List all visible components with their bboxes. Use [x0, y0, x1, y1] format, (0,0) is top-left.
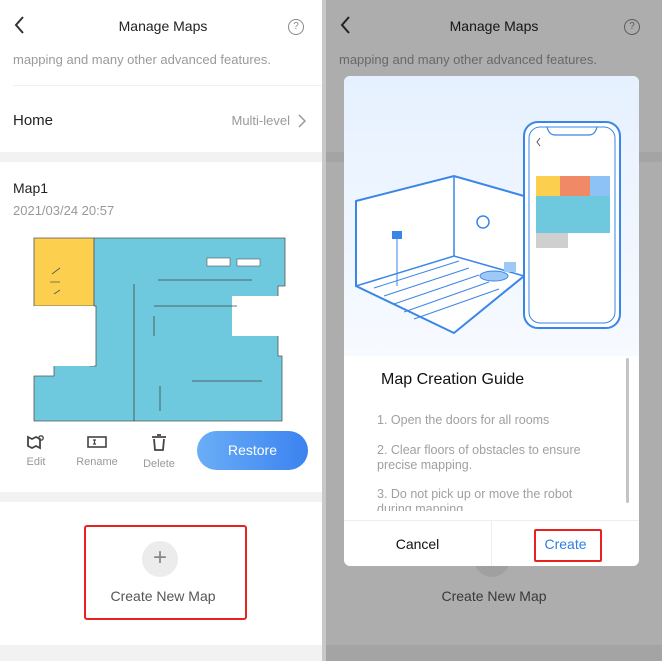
edit-button[interactable]: Edit — [20, 434, 52, 468]
create-button[interactable]: Create — [492, 521, 639, 566]
guide-step: 3. Do not pick up or move the robot duri… — [377, 487, 573, 511]
modal-scrollbar[interactable] — [626, 358, 629, 503]
guide-illustration — [344, 76, 639, 356]
guide-step: 2. Clear floors of obstacles to ensure p… — [377, 443, 581, 472]
cancel-button[interactable]: Cancel — [344, 521, 492, 566]
map-name: Map1 — [13, 180, 49, 196]
guide-step: 1. Open the doors for all rooms — [377, 413, 550, 427]
trash-icon — [152, 434, 166, 451]
help-icon[interactable]: ? — [288, 19, 304, 35]
modal-footer: Cancel Create — [344, 520, 639, 566]
map-thumbnail[interactable] — [32, 236, 287, 422]
rename-icon — [87, 436, 107, 448]
highlight-box — [84, 525, 247, 620]
section-gap — [0, 645, 326, 661]
page-title: Manage Maps — [118, 18, 208, 34]
multi-level-label: Multi-level — [231, 113, 290, 128]
delete-label: Delete — [143, 458, 175, 470]
manage-maps-screen-with-dialog: Manage Maps ? mapping and many other adv… — [326, 0, 662, 661]
chevron-right-icon — [298, 113, 306, 128]
home-value: Multi-level — [231, 113, 306, 128]
divider — [13, 85, 326, 86]
map-creation-guide-dialog: Map Creation Guide 1. Open the doors for… — [344, 76, 639, 566]
map-edit-icon — [27, 435, 44, 450]
restore-button[interactable]: Restore — [197, 431, 308, 470]
manage-maps-screen: Manage Maps ? mapping and many other adv… — [0, 0, 326, 661]
room-robot-illustration — [355, 121, 621, 335]
description-text: mapping and many other advanced features… — [13, 52, 272, 67]
home-label: Home — [13, 112, 54, 129]
section-gap — [0, 492, 326, 502]
rename-button[interactable]: Rename — [74, 434, 120, 468]
rename-label: Rename — [76, 456, 118, 468]
modal-title: Map Creation Guide — [381, 371, 525, 388]
edit-label: Edit — [26, 456, 46, 468]
delete-button[interactable]: Delete — [141, 434, 177, 470]
section-gap — [0, 152, 326, 162]
map-date: 2021/03/24 20:57 — [13, 203, 115, 218]
highlight-box — [534, 529, 602, 562]
